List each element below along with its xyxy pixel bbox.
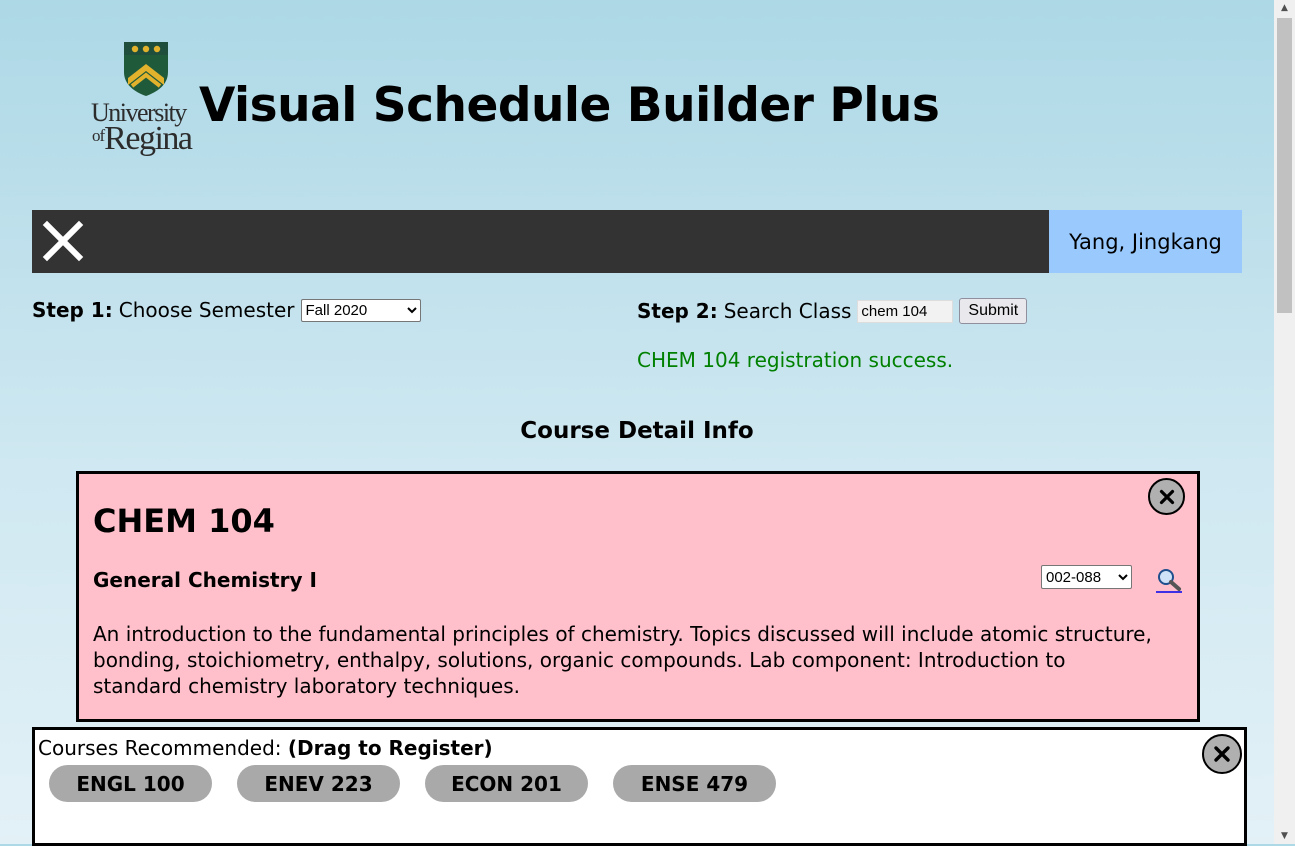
step2-row: Step 2: Search Class Submit [637, 298, 1028, 324]
recommended-label: Courses Recommended: (Drag to Register) [38, 736, 493, 760]
page-scrollbar[interactable]: ▲ ▼ [1274, 0, 1295, 844]
recommended-course-pill[interactable]: ENEV 223 [237, 765, 400, 802]
registration-status: CHEM 104 registration success. [637, 348, 954, 372]
course-code: CHEM 104 [93, 502, 275, 540]
recommended-hint: (Drag to Register) [287, 736, 493, 760]
university-name-line2: ofRegina [92, 120, 193, 158]
course-detail-card: CHEM 104 General Chemistry I 002-088 An … [76, 471, 1200, 722]
step2-text: Search Class [723, 299, 852, 323]
step2-label: Step 2: [637, 299, 718, 323]
recommended-label-text: Courses Recommended: [38, 736, 282, 760]
scroll-up-icon[interactable]: ▲ [1274, 0, 1295, 16]
user-name[interactable]: Yang, Jingkang [1049, 210, 1242, 273]
close-icon [1214, 746, 1230, 762]
step1-text: Choose Semester [118, 298, 295, 322]
close-recommended-button[interactable] [1202, 734, 1242, 774]
class-search-input[interactable] [857, 299, 954, 323]
recommended-panel: Courses Recommended: (Drag to Register) … [32, 727, 1247, 846]
university-of: of [92, 126, 105, 145]
recommended-course-pill[interactable]: ENGL 100 [49, 765, 212, 802]
course-description: An introduction to the fundamental princ… [93, 622, 1152, 698]
step1-row: Step 1: Choose Semester Fall 2020 [32, 298, 421, 322]
crest-icon [124, 42, 168, 96]
semester-select[interactable]: Fall 2020 [300, 298, 421, 322]
close-icon[interactable] [42, 220, 84, 262]
course-name: General Chemistry I [93, 568, 317, 592]
university-regina: Regina [104, 120, 193, 157]
recommended-course-pill[interactable]: ENSE 479 [613, 765, 776, 802]
step1-label: Step 1: [32, 298, 113, 322]
scrollbar-thumb[interactable] [1277, 18, 1292, 313]
recommended-course-list: ENGL 100 ENEV 223 ECON 201 ENSE 479 [49, 765, 776, 802]
close-icon [1159, 489, 1174, 504]
top-navbar [32, 210, 1049, 273]
magnifier-icon[interactable] [1155, 567, 1183, 593]
section-select[interactable]: 002-088 [1041, 565, 1132, 589]
app-title: Visual Schedule Builder Plus [199, 78, 940, 133]
university-logo: University ofRegina [90, 42, 200, 160]
close-card-button[interactable] [1148, 478, 1185, 515]
course-detail-title: Course Detail Info [520, 418, 754, 444]
scroll-down-icon[interactable]: ▼ [1274, 828, 1295, 844]
submit-button[interactable]: Submit [959, 298, 1028, 324]
recommended-course-pill[interactable]: ECON 201 [425, 765, 588, 802]
